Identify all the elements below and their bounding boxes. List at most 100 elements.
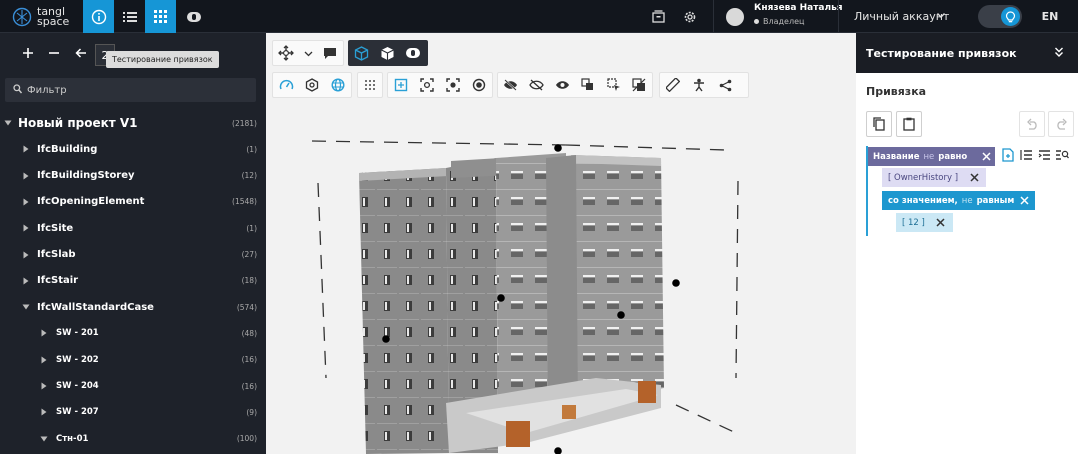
tooltip: Тестирование привязок (106, 51, 219, 68)
caret-down-icon[interactable] (22, 303, 30, 311)
filter-box[interactable] (5, 78, 256, 102)
undo-button[interactable] (1019, 111, 1045, 137)
copy-button[interactable] (866, 111, 892, 137)
navigation-mode-dropdown[interactable] (299, 40, 317, 66)
plus-icon (23, 48, 33, 58)
rules-button[interactable] (178, 0, 209, 33)
tree-item[interactable]: IfcOpeningElement (1548) (0, 189, 266, 215)
expand-button[interactable] (20, 45, 36, 61)
caret-right-icon[interactable] (40, 382, 48, 390)
caret-right-icon[interactable] (22, 145, 30, 153)
tree-item[interactable]: SW - 207 (9) (0, 399, 266, 425)
search-list-button[interactable] (1053, 147, 1071, 163)
binding-test-panel: Тестирование привязок Привязка Название … (856, 33, 1078, 454)
orbit-mode-button[interactable] (273, 40, 299, 66)
share-button[interactable] (712, 72, 738, 98)
caret-right-icon[interactable] (40, 356, 48, 364)
rule-name-negation[interactable]: не (924, 152, 935, 162)
user-role: Владелец (754, 17, 804, 26)
tree-item[interactable]: SW - 201 (48) (0, 320, 266, 346)
hide-selected-button[interactable] (498, 72, 524, 98)
rule-equal-negation[interactable]: не (962, 196, 973, 206)
tree-item[interactable]: IfcBuilding (1) (0, 136, 266, 162)
show-all-button[interactable] (549, 72, 575, 98)
globe-button[interactable] (325, 72, 351, 98)
rule-number-chip[interactable]: [ 12 ] (896, 213, 953, 232)
add-rule-button[interactable] (999, 147, 1017, 163)
close-icon[interactable] (980, 150, 992, 162)
gear-icon (684, 11, 696, 22)
ruler-button[interactable] (660, 72, 686, 98)
settings-button[interactable] (680, 0, 700, 33)
fit-group (387, 72, 493, 98)
tree-item[interactable]: SW - 204 (16) (0, 373, 266, 399)
caret-down-icon[interactable] (40, 435, 48, 443)
caret-right-icon[interactable] (22, 251, 30, 259)
comment-button[interactable] (317, 40, 343, 66)
rule-name-chip[interactable]: Название не равно (868, 147, 995, 166)
user-profile[interactable]: Князева Наталья Владелец (713, 0, 843, 33)
list-search-icon (1056, 150, 1069, 160)
close-icon[interactable] (935, 217, 947, 229)
caret-right-icon[interactable] (40, 408, 48, 416)
tree-item[interactable]: Новый проект V1 (2181) (0, 110, 266, 136)
arrow-left-icon (75, 48, 86, 58)
walk-mode-button[interactable] (686, 72, 712, 98)
paste-button[interactable] (896, 111, 922, 137)
section-settings-button[interactable] (299, 72, 325, 98)
grid-button[interactable] (145, 0, 176, 33)
rule-equal-chip[interactable]: со значением, не равным (882, 191, 1035, 210)
cube-solid-icon (380, 46, 394, 60)
dots-grid-button[interactable] (358, 72, 382, 98)
rule-name-operator[interactable]: равно (938, 152, 967, 162)
close-icon[interactable] (1018, 194, 1030, 206)
isolate-button[interactable] (575, 72, 601, 98)
close-icon[interactable] (968, 172, 980, 184)
tree-item[interactable]: IfcSite (1) (0, 215, 266, 241)
caret-right-icon[interactable] (22, 224, 30, 232)
search-icon (13, 84, 22, 94)
record-button[interactable] (466, 72, 492, 98)
caret-right-icon[interactable] (22, 277, 30, 285)
collapse-button[interactable] (46, 45, 62, 61)
tree-item[interactable]: SW - 202 (16) (0, 347, 266, 373)
transparency-button[interactable] (400, 40, 426, 66)
hide-others-button[interactable] (524, 72, 550, 98)
speed-button[interactable] (273, 72, 299, 98)
rule-equal-operator[interactable]: равным (977, 196, 1015, 206)
tree-item[interactable]: Стн-01 (100) (0, 426, 266, 452)
tree-item[interactable]: IfcBuildingStorey (12) (0, 163, 266, 189)
3d-viewer[interactable] (266, 33, 856, 454)
tree-item-count: (1548) (232, 197, 257, 207)
info-button[interactable] (83, 0, 114, 33)
account-selector[interactable]: Личный аккаунт (838, 0, 966, 33)
caret-right-icon[interactable] (40, 329, 48, 337)
rule-value-chip[interactable]: [ OwnerHistory ] (882, 168, 987, 187)
tree-item[interactable]: IfcStair (18) (0, 268, 266, 294)
tree-item[interactable]: IfcSlab (27) (0, 242, 266, 268)
redo-button[interactable] (1048, 111, 1074, 137)
caret-down-icon[interactable] (4, 119, 12, 127)
sort-list-button[interactable] (1017, 147, 1035, 163)
solid-view-button[interactable] (374, 40, 400, 66)
app-logo[interactable]: tangl space (12, 4, 82, 30)
caret-right-icon[interactable] (22, 172, 30, 180)
indent-list-button[interactable] (1035, 147, 1053, 163)
select-box-button[interactable] (601, 72, 627, 98)
filter-input[interactable] (27, 78, 252, 102)
zoom-selection-button[interactable] (440, 72, 466, 98)
tree-list-button[interactable] (114, 0, 145, 33)
inbox-button[interactable] (648, 0, 668, 33)
theme-toggle[interactable] (978, 5, 1022, 28)
3d-box-button[interactable] (348, 40, 374, 66)
fit-all-button[interactable] (388, 72, 414, 98)
caret-right-icon[interactable] (22, 198, 30, 206)
language-switch[interactable]: EN (1035, 0, 1065, 33)
tree-item-label: IfcSlab (37, 249, 76, 260)
tree-item-label: IfcWallStandardCase (37, 301, 154, 313)
tree-item[interactable]: IfcWallStandardCase (574) (0, 294, 266, 320)
hide-box-button[interactable] (626, 72, 652, 98)
focus-selection-button[interactable] (414, 72, 440, 98)
back-button[interactable] (73, 45, 89, 61)
double-chevron-down-icon[interactable] (1054, 46, 1064, 58)
